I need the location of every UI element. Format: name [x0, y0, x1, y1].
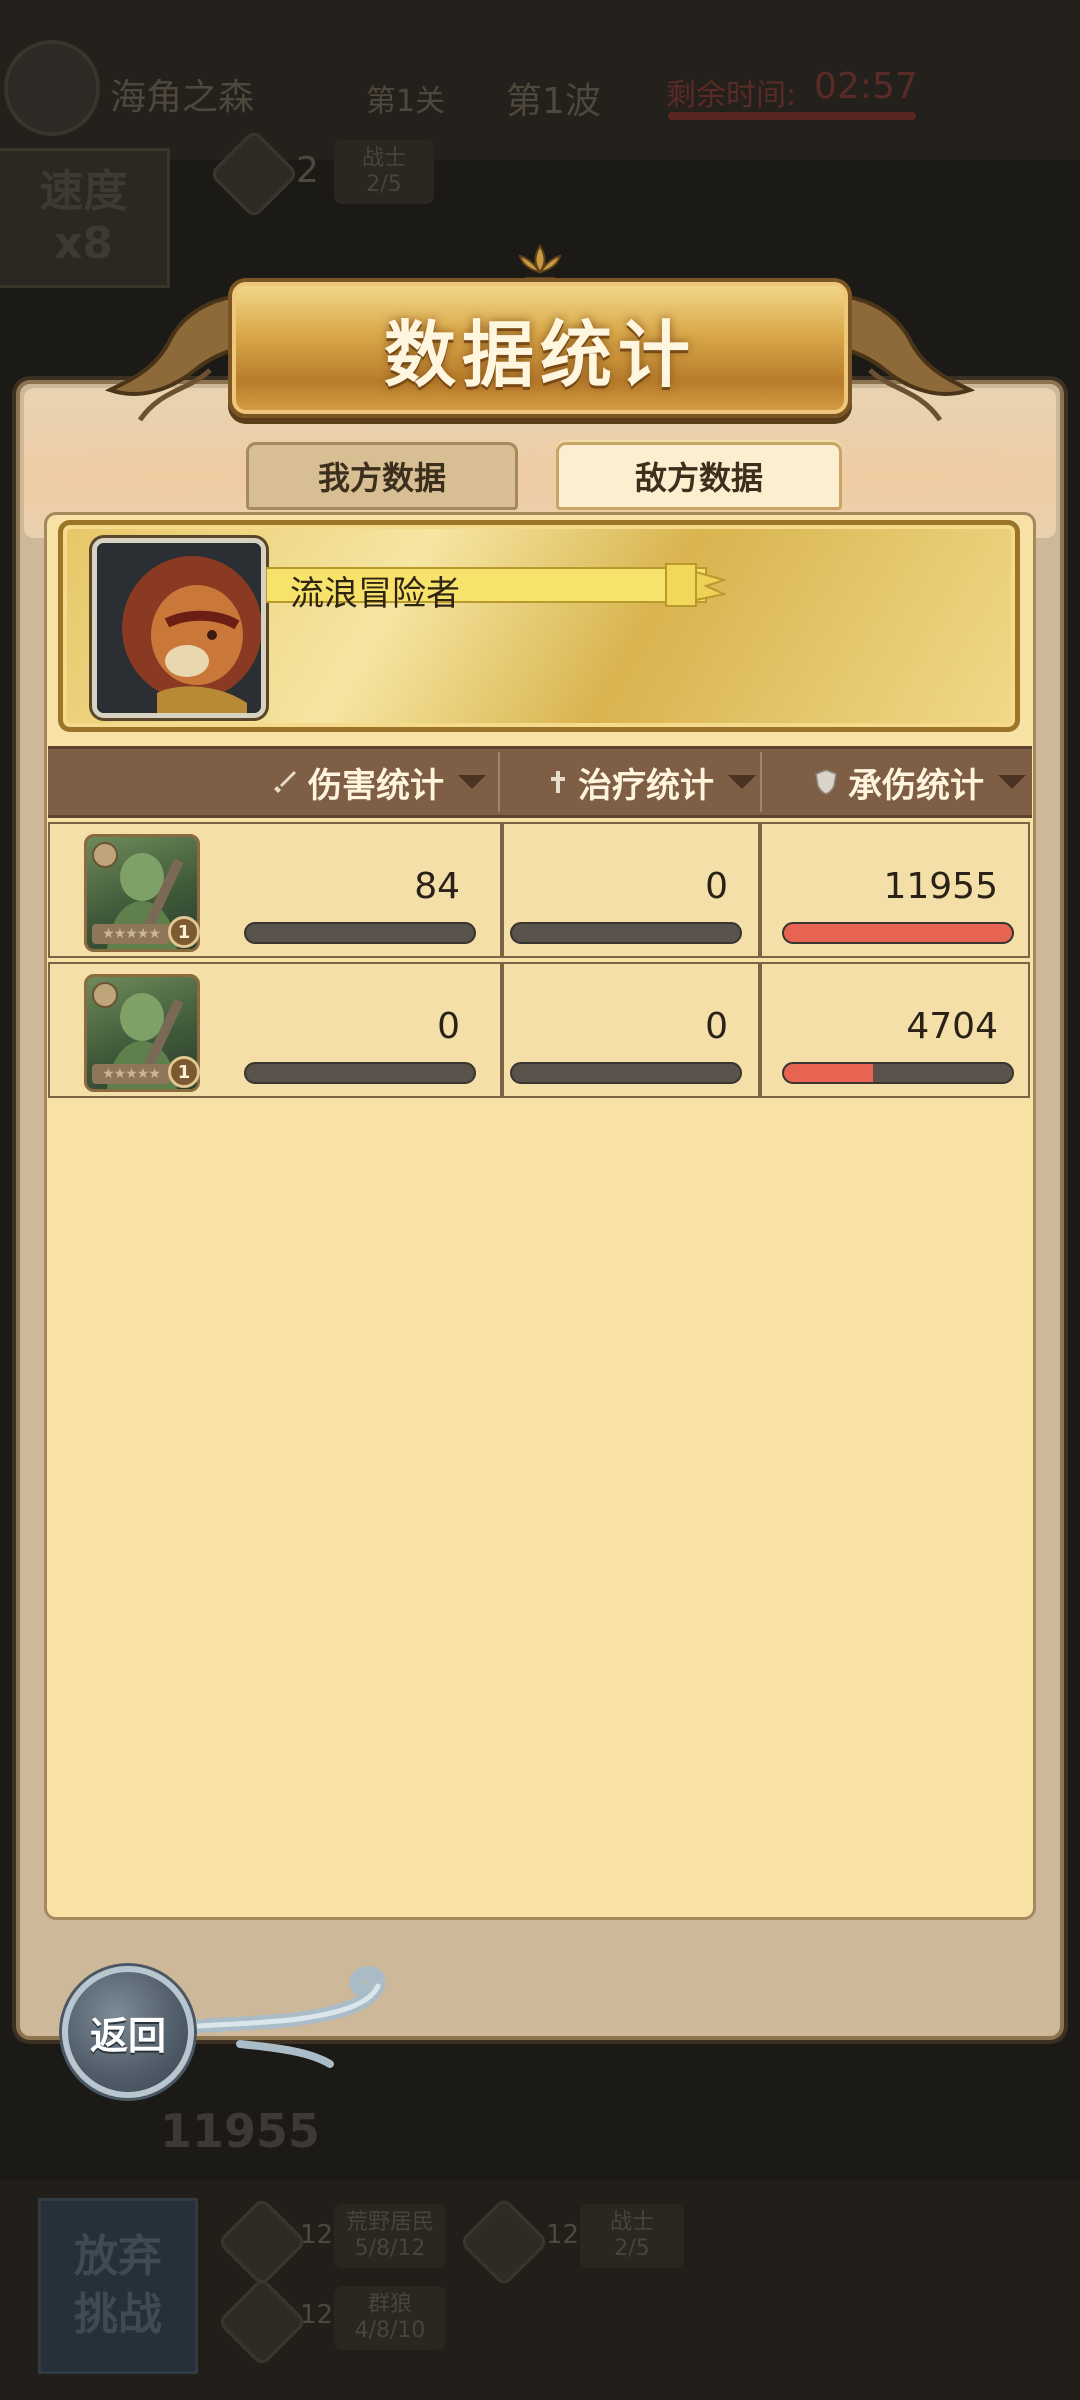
- damage-taken-bar: [782, 1062, 1014, 1084]
- hero-portrait: [92, 538, 266, 718]
- damage-stat-header[interactable]: 伤害统计: [240, 746, 486, 818]
- damage-taken-bar-fill: [784, 1064, 873, 1082]
- damage-value: 0: [437, 1006, 460, 1047]
- damage-bar: [244, 922, 476, 944]
- background-unit-count: 12: [546, 2220, 580, 2250]
- background-speed-button: 速度 x8: [0, 148, 170, 288]
- background-unit-pill: 群狼 4/8/10: [334, 2286, 446, 2350]
- background-unit-pill: 荒野居民 5/8/12: [334, 2204, 446, 2268]
- background-unit-pill: 战士 2/5: [334, 140, 434, 204]
- damage-stat-label: 伤害统计: [308, 765, 444, 806]
- background-time-value: 02:57: [814, 66, 918, 107]
- star-rating: ★★★★★: [92, 924, 170, 944]
- damage-taken-stat-label: 承伤统计: [848, 765, 984, 806]
- chevron-down-icon: [458, 775, 486, 789]
- background-unit-name: 战士: [609, 2210, 654, 2235]
- damage-bar: [244, 1062, 476, 1084]
- healing-stat-header[interactable]: 治疗统计: [520, 746, 756, 818]
- background-unit-count: 12: [300, 2300, 334, 2330]
- healing-value: 0: [705, 866, 728, 907]
- lion-warrior-portrait-icon: [97, 543, 261, 713]
- cross-icon: [551, 771, 565, 793]
- hero-name: 流浪冒险者: [290, 574, 460, 614]
- background-timer-bar: [668, 112, 916, 120]
- background-damage-total: 11955: [160, 2104, 321, 2158]
- back-button[interactable]: 返回: [62, 1966, 194, 2098]
- background-unit-ratio: 4/8/10: [354, 2318, 426, 2343]
- background-unit-name: 荒野居民: [345, 2210, 434, 2235]
- damage-value: 84: [414, 866, 460, 907]
- background-unit-count: 2: [296, 150, 319, 191]
- background-give-up-line1: 放弃: [74, 2231, 162, 2282]
- damage-taken-value: 4704: [906, 1006, 998, 1047]
- damage-taken-bar: [782, 922, 1014, 944]
- background-speed-value: x8: [54, 218, 113, 269]
- unit-level-badge: 1: [168, 1056, 200, 1088]
- background-give-up-button: 放弃 挑战: [38, 2198, 198, 2374]
- background-avatar: [4, 40, 100, 136]
- background-speed-label: 速度: [39, 166, 128, 217]
- healing-value: 0: [705, 1006, 728, 1047]
- tab-our-data[interactable]: 我方数据: [246, 442, 518, 510]
- background-unit-ratio: 5/8/12: [354, 2236, 426, 2261]
- shield-icon: [815, 769, 837, 795]
- healing-bar: [510, 1062, 742, 1084]
- unit-level-badge: 1: [168, 916, 200, 948]
- damage-taken-stat-header[interactable]: 承伤统计: [786, 746, 1026, 818]
- star-rating: ★★★★★: [92, 1064, 170, 1084]
- background-give-up-line2: 挑战: [74, 2289, 162, 2340]
- background-unit-ratio: 2/5: [366, 172, 402, 197]
- tab-enemy-data[interactable]: 敌方数据: [556, 442, 842, 510]
- background-time-label: 剩余时间:: [666, 78, 797, 113]
- background-unit-ratio: 2/5: [614, 2236, 650, 2261]
- background-unit-type: 战士: [361, 146, 406, 171]
- damage-taken-value: 11955: [883, 866, 998, 907]
- chevron-down-icon: [728, 775, 756, 789]
- sword-icon: [274, 771, 296, 793]
- healing-bar: [510, 922, 742, 944]
- background-unit-pill: 战士 2/5: [580, 2204, 684, 2268]
- popup-title: 数据统计: [383, 313, 696, 397]
- damage-taken-bar-fill: [784, 924, 1012, 942]
- header-divider: [498, 752, 500, 812]
- chevron-down-icon: [998, 775, 1026, 789]
- header-divider: [760, 752, 762, 812]
- background-unit-name: 群狼: [367, 2292, 412, 2317]
- healing-stat-label: 治疗统计: [578, 765, 714, 806]
- background-stage-name: 海角之森: [110, 77, 255, 118]
- background-level: 第1关: [366, 84, 446, 119]
- background-wave: 第1波: [506, 81, 601, 122]
- background-unit-count: 12: [300, 2220, 334, 2250]
